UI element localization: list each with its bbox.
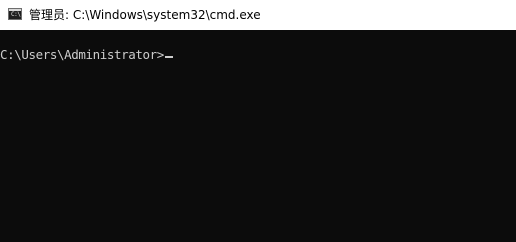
window-title: 管理员: C:\Windows\system32\cmd.exe xyxy=(29,8,261,22)
cmd-console-icon[interactable]: C:\ xyxy=(8,8,22,20)
prompt-line[interactable]: C:\Users\Administrator> xyxy=(0,47,173,63)
text-cursor xyxy=(164,56,173,58)
cmd-window: C:\ 管理员: C:\Windows\system32\cmd.exe C:\… xyxy=(0,0,516,242)
command-prompt: C:\Users\Administrator> xyxy=(0,47,164,62)
console-area[interactable]: C:\Users\Administrator> xyxy=(0,30,516,242)
title-bar[interactable]: C:\ 管理员: C:\Windows\system32\cmd.exe xyxy=(0,0,516,30)
icon-prompt-glyph: C:\ xyxy=(11,11,21,18)
